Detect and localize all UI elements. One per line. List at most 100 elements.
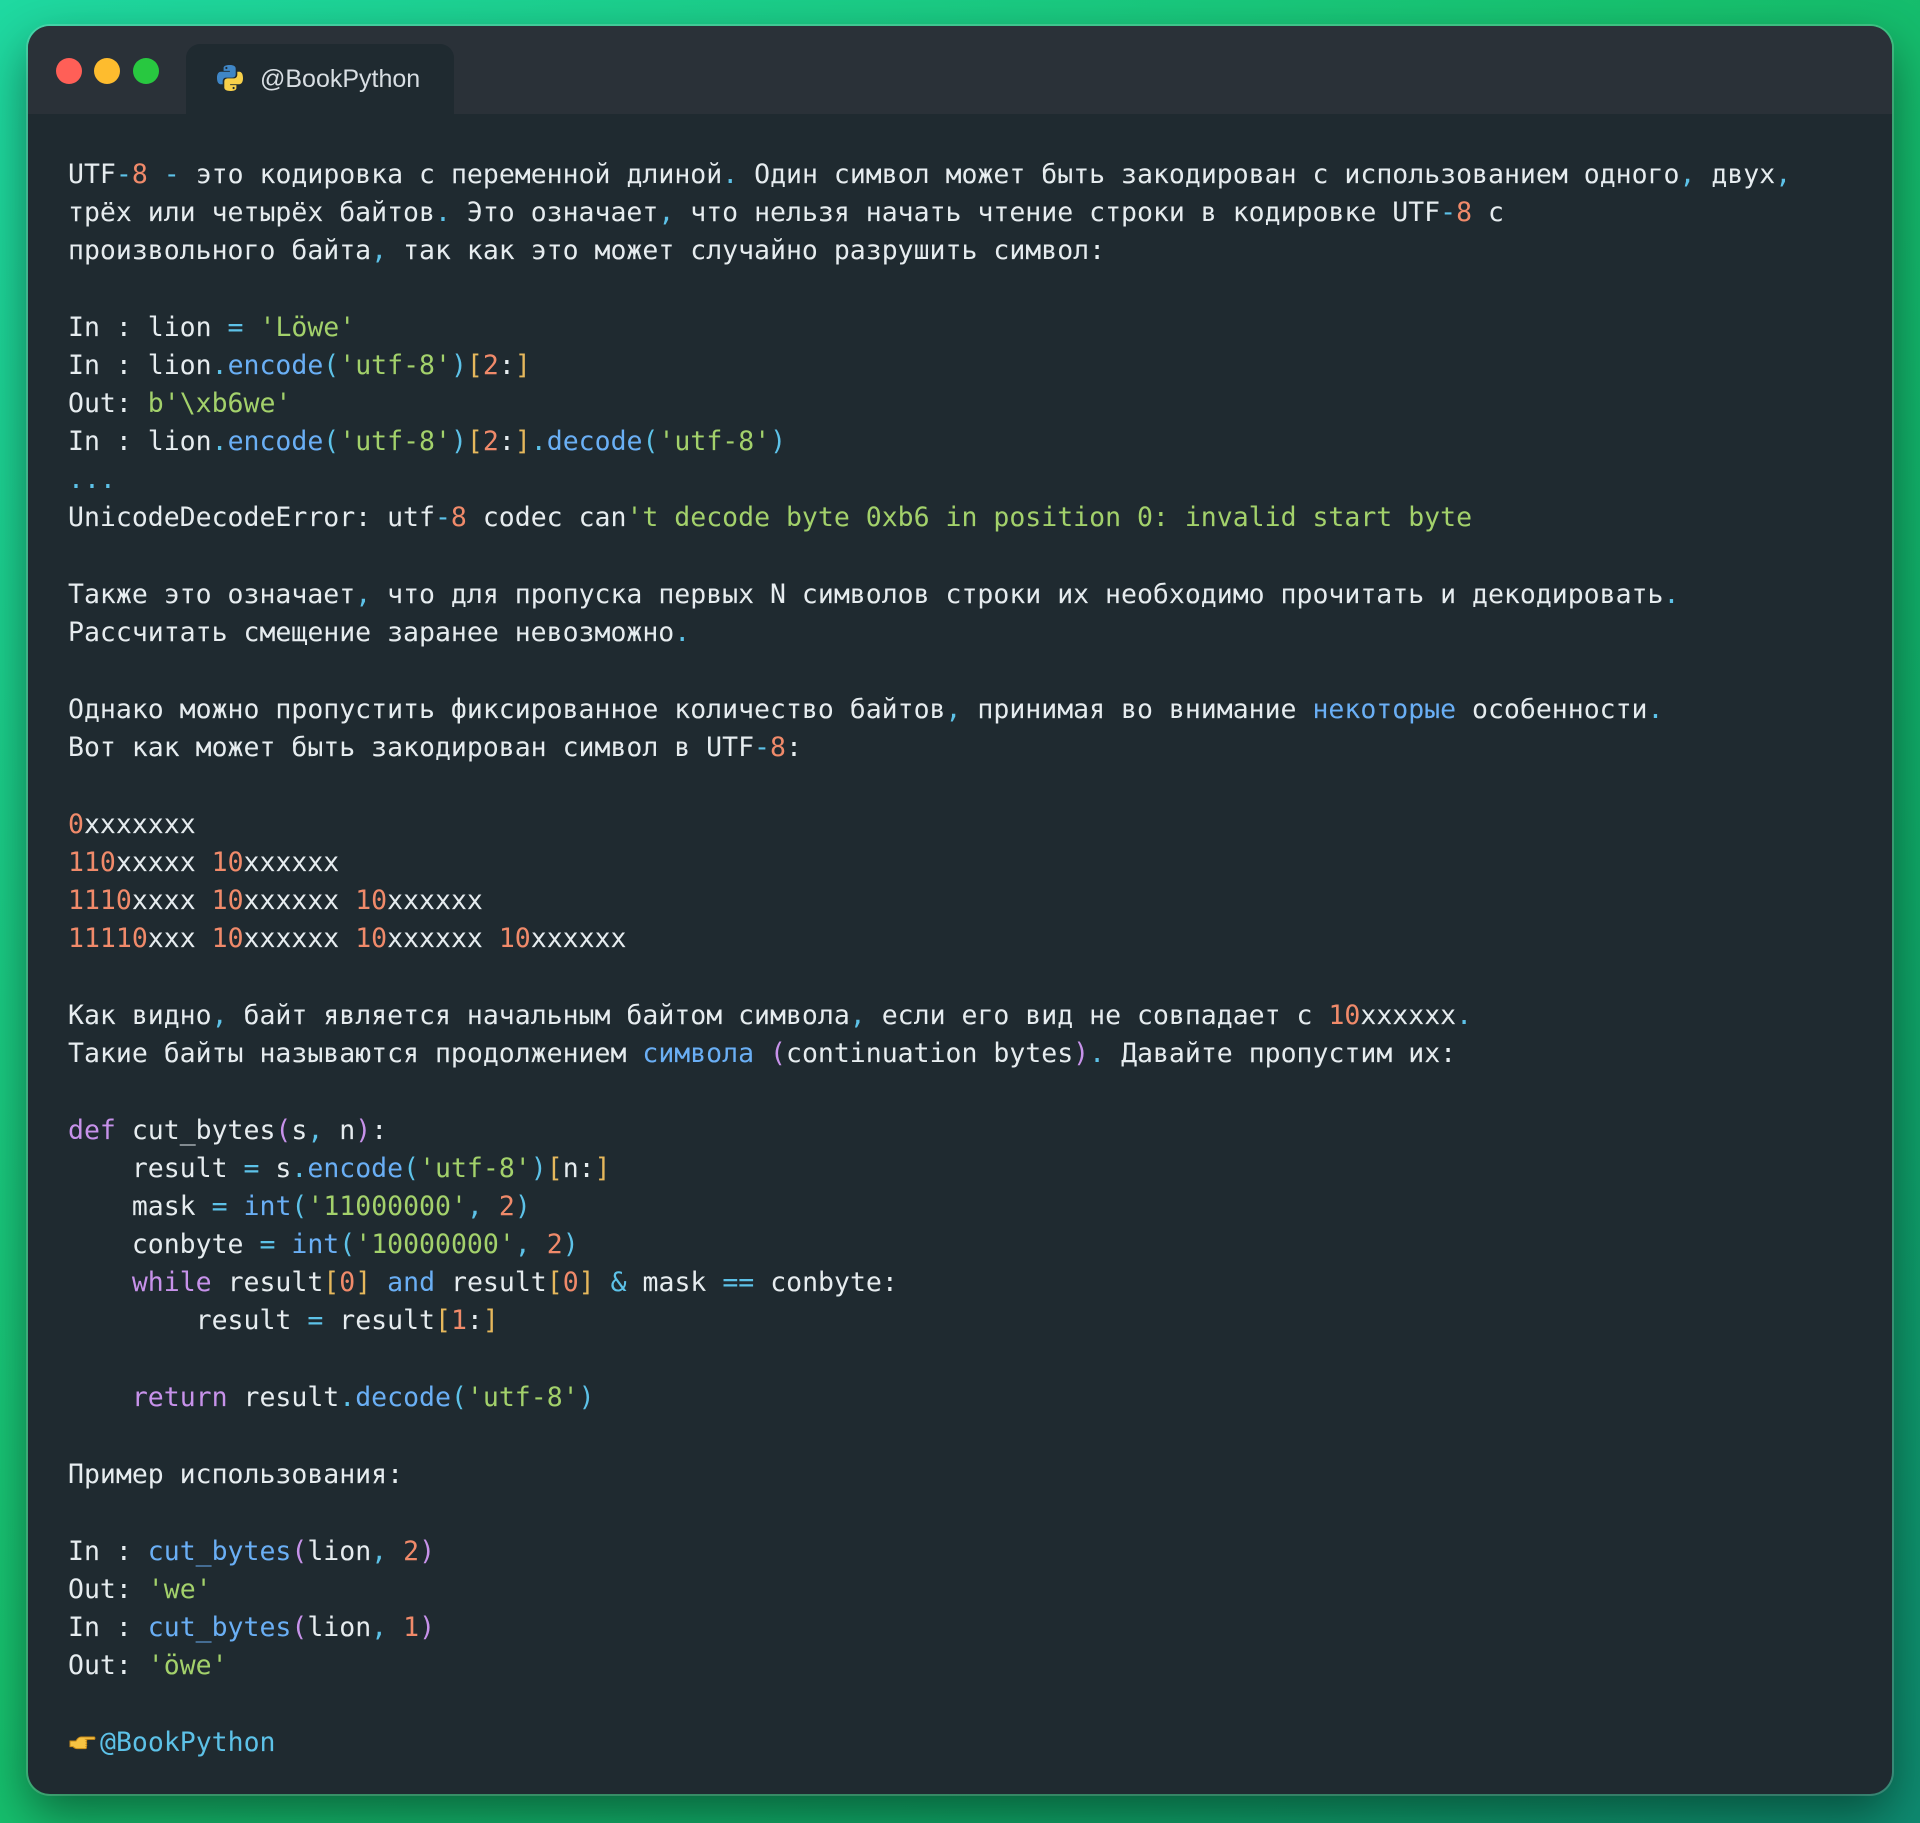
text-token: произвольного байта xyxy=(68,235,372,266)
text-token: ) xyxy=(419,1612,436,1643)
text-token: с xyxy=(1472,197,1504,228)
title-bar: @BookPython xyxy=(28,26,1892,114)
text-token: . xyxy=(211,350,228,381)
minimize-button[interactable] xyxy=(94,58,120,84)
text-token: Пример использования: xyxy=(68,1459,404,1490)
text-token: xxxxxx xyxy=(530,923,627,954)
text-token: ) xyxy=(578,1382,595,1413)
text-token: Out: xyxy=(68,1650,148,1681)
text-token: encode xyxy=(307,1153,404,1184)
text-token: , xyxy=(307,1115,324,1146)
text-token: xxxxxx xyxy=(243,847,340,878)
text-token: ) xyxy=(450,426,467,457)
text-token: 10 xyxy=(211,847,244,878)
text-token: [ xyxy=(546,1267,563,1298)
text-token: Такие байты называются продолжением xyxy=(68,1038,643,1069)
close-button[interactable] xyxy=(56,58,82,84)
text-token: '10000000' xyxy=(355,1229,515,1260)
text-token: 'utf-8' xyxy=(339,426,451,457)
text-token: xxxxxx xyxy=(243,885,356,916)
text-token: [ xyxy=(546,1153,563,1184)
text-token: = xyxy=(259,1229,276,1260)
text-token: ] xyxy=(514,350,531,381)
maximize-button[interactable] xyxy=(133,58,159,84)
text-token: and xyxy=(387,1267,436,1298)
text-token: ( xyxy=(770,1038,786,1069)
text-token: [ xyxy=(466,350,483,381)
text-token: Out: xyxy=(68,1574,148,1605)
text-token: '11000000' xyxy=(307,1191,467,1222)
text-token: 0 xyxy=(339,1267,356,1298)
text-token: ) xyxy=(770,426,787,457)
text-token: 10 xyxy=(1328,1000,1361,1031)
text-token: while xyxy=(131,1267,212,1298)
text-token: 1110 xyxy=(68,885,132,916)
text-token: Давайте пропустим их: xyxy=(1105,1038,1457,1069)
text-token: ] xyxy=(594,1153,611,1184)
text-token: result xyxy=(68,1305,308,1336)
text-token: принимая во внимание xyxy=(961,694,1313,725)
text-token: ... xyxy=(68,464,116,495)
text-token: 10 xyxy=(211,923,244,954)
text-token: xxxxxx xyxy=(387,885,483,916)
text-token: 'utf-8' xyxy=(339,350,451,381)
channel-handle[interactable]: @BookPython xyxy=(100,1727,276,1758)
text-token: int xyxy=(291,1229,340,1260)
code-line: while result[0] and result[0] & mask == … xyxy=(68,1264,898,1302)
text-line: Пример использования: xyxy=(68,1456,403,1494)
text-token: In : xyxy=(68,1536,148,1567)
text-token: ( xyxy=(291,1191,308,1222)
text-token: cut_bytes xyxy=(147,1612,292,1643)
text-token: ( xyxy=(450,1382,467,1413)
code-line: ... xyxy=(68,461,116,499)
text-token: 10 xyxy=(498,923,531,954)
code-line: In : lion.encode('utf-8')[2:].decode('ut… xyxy=(68,423,786,461)
text-token: ) xyxy=(355,1115,372,1146)
text-token: ( xyxy=(275,1115,292,1146)
text-line: UTF-8 - это кодировка с переменной длино… xyxy=(68,156,1791,194)
text-token: , xyxy=(514,1229,531,1260)
text-token: . xyxy=(674,617,691,648)
code-line: result = s.encode('utf-8')[n:] xyxy=(68,1150,611,1188)
text-token: 2 xyxy=(482,426,499,457)
text-token: result xyxy=(211,1267,324,1298)
text-token: , xyxy=(371,1536,388,1567)
text-token: 2 xyxy=(403,1536,420,1567)
text-token: result xyxy=(68,1153,244,1184)
text-line: Как видно, байт является начальным байто… xyxy=(68,997,1472,1035)
text-token: ) xyxy=(450,350,467,381)
text-line: Однако можно пропустить фиксированное ко… xyxy=(68,691,1663,729)
text-token: In : lion xyxy=(68,426,212,457)
signature-line: @BookPython xyxy=(68,1724,276,1762)
text-token: , xyxy=(371,1612,388,1643)
text-token: , xyxy=(211,1000,228,1031)
text-token: - xyxy=(147,159,196,190)
text-token: cut_bytes xyxy=(115,1115,276,1146)
text-token: . xyxy=(211,426,228,457)
text-token: ) xyxy=(419,1536,436,1567)
text-token: In : lion xyxy=(68,312,228,343)
text-token: что нельзя начать чтение строки в кодиро… xyxy=(674,197,1441,228)
text-token: xxxx xyxy=(131,885,212,916)
text-token: Также это означает xyxy=(68,579,356,610)
text-line: Такие байты называются продолжением симв… xyxy=(68,1035,1456,1073)
text-token: == xyxy=(722,1267,755,1298)
text-token: 8 xyxy=(450,502,467,533)
text-token: 'utf-8' xyxy=(466,1382,579,1413)
text-token: [ xyxy=(434,1305,451,1336)
text-token: & xyxy=(610,1267,627,1298)
text-token: если его вид не совпадает с xyxy=(865,1000,1329,1031)
text-token: xxxxxx xyxy=(1360,1000,1457,1031)
text-token: некоторые xyxy=(1312,694,1457,725)
text-token: особенности xyxy=(1456,694,1648,725)
text-token: , xyxy=(1775,159,1792,190)
text-token: ] xyxy=(514,426,531,457)
text-token: ) xyxy=(530,1153,547,1184)
text-token: : xyxy=(498,426,515,457)
text-token: ( xyxy=(339,1229,356,1260)
